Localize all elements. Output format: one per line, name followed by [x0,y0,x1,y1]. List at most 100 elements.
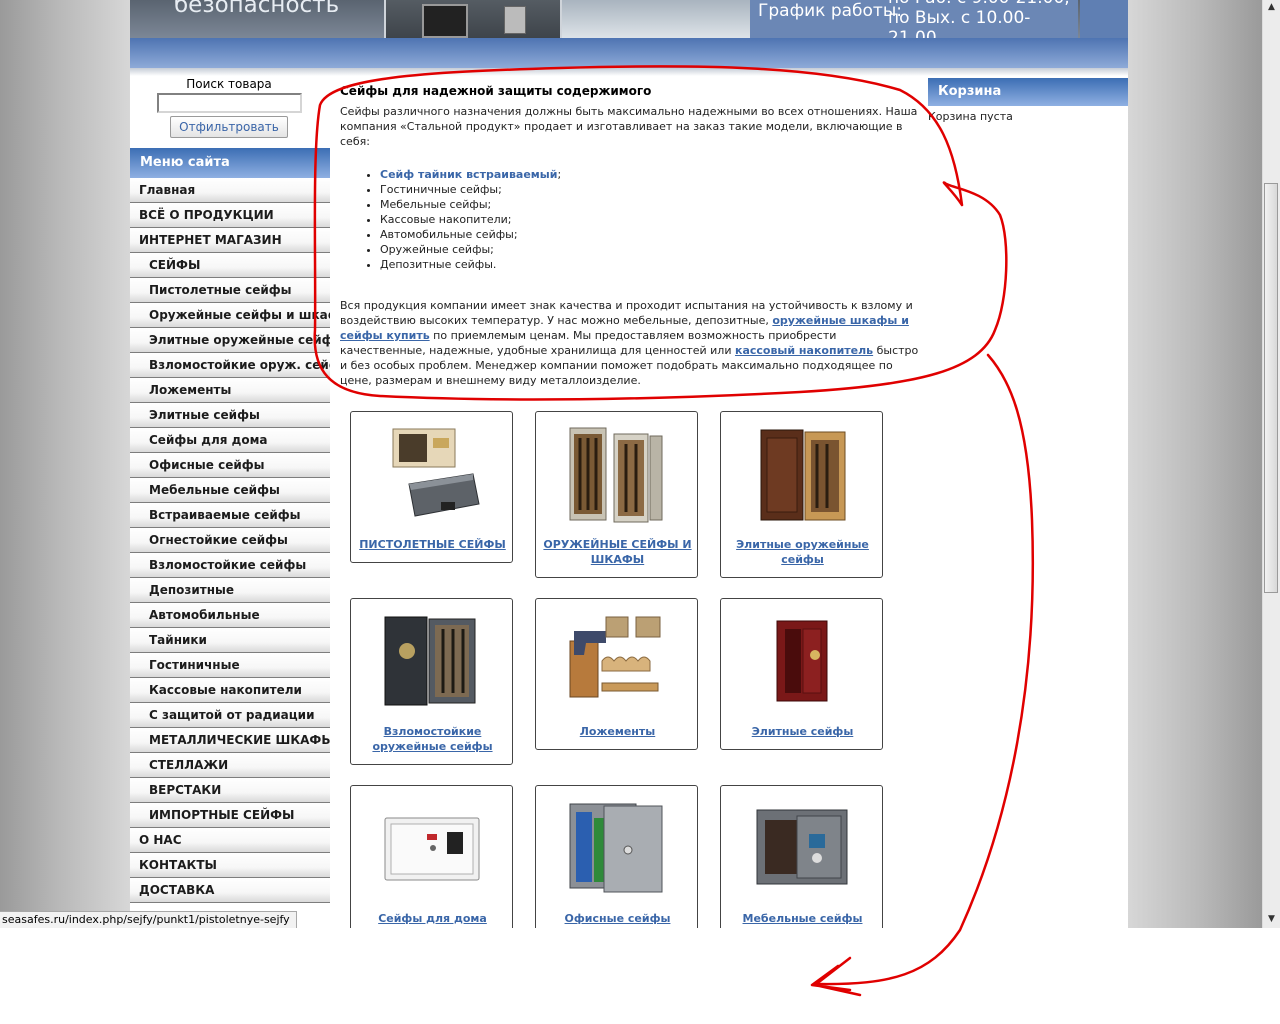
list-item: Автомобильные сейфы; [380,227,920,242]
menu-list: Главная ВСЁ О ПРОДУКЦИИ ИНТЕРНЕТ МАГАЗИН СЕ… [130,178,330,903]
intro-paragraph: Сейфы различного назначения должны быть … [340,105,918,148]
annotation-arrow-head [810,956,862,997]
list-item: Депозитные сейфы. [380,257,920,272]
menu-item[interactable]: Взломостойкие оруж. сейфы [130,353,330,378]
category-title[interactable]: ОРУЖЕЙНЫЕ СЕЙФЫ И ШКАФЫ [536,537,699,567]
category-title[interactable]: Ложементы [536,724,699,739]
menu-item[interactable]: Элитные сейфы [130,403,330,428]
category-card-elite[interactable]: Элитные сейфы [720,598,883,750]
category-card-racks[interactable]: Ложементы [535,598,698,750]
search-label: Поиск товара [186,77,272,91]
menu-item[interactable]: Депозитные [130,578,330,603]
hours-label: График работы: [758,1,902,21]
category-title[interactable]: ПИСТОЛЕТНЫЕ СЕЙФЫ [351,537,514,552]
menu-item[interactable]: Встраиваемые сейфы [130,503,330,528]
menu-item[interactable]: Ложементы [130,378,330,403]
menu-item[interactable]: Гостиничные [130,653,330,678]
category-title[interactable]: Элитные сейфы [721,724,884,739]
quality-paragraph: Вся продукция компании имеет знак качест… [340,298,920,388]
category-card-gun-cabinets[interactable]: ОРУЖЕЙНЫЕ СЕЙФЫ И ШКАФЫ [535,411,698,578]
menu-item[interactable]: МЕТАЛЛИЧЕСКИЕ ШКАФЫ [130,728,330,753]
menu-item[interactable]: ИМПОРТНЫЕ СЕЙФЫ [130,803,330,828]
scroll-down-icon[interactable]: ▼ [1265,913,1278,926]
main-content: Сейфы для надежной защиты содержимого Се… [340,76,920,388]
menu-item[interactable]: ДОСТАВКА [130,878,330,903]
category-card-burglar-gun[interactable]: Взломостойкие оружейные сейфы [350,598,513,765]
list-suffix: ; [557,168,562,181]
menu-item[interactable]: О НАС [130,828,330,853]
menu-item[interactable]: Оружейные сейфы и шкафы [130,303,330,328]
gun-cabinet-icon [569,427,663,523]
banner-edge [1080,0,1128,38]
office-safe-icon [569,803,663,893]
menu-item[interactable]: Офисные сейфы [130,453,330,478]
menu-item[interactable]: СТЕЛЛАЖИ [130,753,330,778]
cart-empty-text: Корзина пуста [928,110,1013,123]
menu-item[interactable]: Пистолетные сейфы [130,278,330,303]
menu-item[interactable]: Автомобильные [130,603,330,628]
category-title[interactable]: Сейфы для дома [351,911,514,926]
category-title[interactable]: Офисные сейфы [536,911,699,926]
menu-item[interactable]: Главная [130,178,330,203]
home-safe-icon [384,817,480,881]
menu-item[interactable]: Элитные оружейные сейфы [130,328,330,353]
scroll-up-icon[interactable]: ▲ [1265,1,1278,14]
navbar-shadow [130,68,1128,76]
cart-block: Корзина Корзина пуста [928,78,1128,123]
list-item: Сейф тайник встраиваемый; [380,167,920,182]
category-card-furniture[interactable]: Мебельные сейфы [720,785,883,928]
menu-item[interactable]: ВЕРСТАКИ [130,778,330,803]
banner-safe-photo-2 [562,0,752,38]
category-title[interactable]: Взломостойкие оружейные сейфы [351,724,514,754]
burglar-gun-safe-icon [384,616,476,706]
scrollbar-thumb[interactable] [1264,183,1278,593]
page: безопасность График работы: по Раб. с 9.… [130,0,1128,928]
keypad-icon [504,6,526,34]
pistol-safe-icon [392,428,480,517]
furniture-safe-icon [756,809,848,885]
list-item: Гостиничные сейфы; [380,182,920,197]
header-tagline: безопасность [174,0,340,18]
filter-button[interactable]: Отфильтровать [170,116,288,138]
menu-item[interactable]: Сейфы для дома [130,428,330,453]
menu-title: Меню сайта [130,148,330,178]
menu-item[interactable]: ВСЁ О ПРОДУКЦИИ [130,203,330,228]
header-banner: безопасность График работы: по Раб. с 9.… [130,0,1128,38]
hours-weekdays: по Раб. с 9.00-21.00, [888,0,1078,8]
menu-item[interactable]: Мебельные сейфы [130,478,330,503]
menu-item[interactable]: Тайники [130,628,330,653]
menu-item[interactable]: КОНТАКТЫ [130,853,330,878]
menu-item[interactable]: Взломостойкие сейфы [130,553,330,578]
vertical-scrollbar[interactable]: ▲ ▼ [1262,0,1280,928]
hours-weekend: по Вых. с 10.00-21.00 [888,8,1031,38]
menu-item[interactable]: ИНТЕРНЕТ МАГАЗИН [130,228,330,253]
safe-types-list: Сейф тайник встраиваемый; Гостиничные се… [340,167,920,272]
working-hours: График работы: по Раб. с 9.00-21.00, по … [750,0,1078,38]
gun-rack-icon [569,616,661,698]
list-item: Оружейные сейфы; [380,242,920,257]
site-menu: Меню сайта Главная ВСЁ О ПРОДУКЦИИ ИНТЕРНЕ… [130,148,330,903]
cart-title: Корзина [928,78,1128,106]
browser-viewport: безопасность График работы: по Раб. с 9.… [0,0,1262,928]
menu-item[interactable]: Кассовые накопители [130,678,330,703]
menu-item[interactable]: С защитой от радиации [130,703,330,728]
elite-gun-safe-icon [760,429,846,521]
top-navbar [130,38,1128,68]
category-title[interactable]: Мебельные сейфы [721,911,884,926]
list-item: Мебельные сейфы; [380,197,920,212]
status-bar: seasafes.ru/index.php/sejfy/punkt1/pisto… [0,911,297,928]
menu-item[interactable]: СЕЙФЫ [130,253,330,278]
built-in-safe-link[interactable]: Сейф тайник встраиваемый [380,168,557,181]
product-search: Поиск товара Отфильтровать [130,76,328,146]
menu-item[interactable]: Огнестойкие сейфы [130,528,330,553]
category-title[interactable]: Элитные оружейные сейфы [721,537,884,567]
category-card-elite-gun[interactable]: Элитные оружейные сейфы [720,411,883,578]
category-card-office[interactable]: Офисные сейфы [535,785,698,928]
cash-box-link[interactable]: кассовый накопитель [735,344,873,357]
safe-door-icon [422,4,468,38]
banner-safe-photo [384,0,562,38]
category-card-pistol[interactable]: ПИСТОЛЕТНЫЕ СЕЙФЫ [350,411,513,563]
search-input[interactable] [156,93,302,113]
category-card-home[interactable]: Сейфы для дома [350,785,513,928]
page-title: Сейфы для надежной защиты содержимого [340,84,652,98]
